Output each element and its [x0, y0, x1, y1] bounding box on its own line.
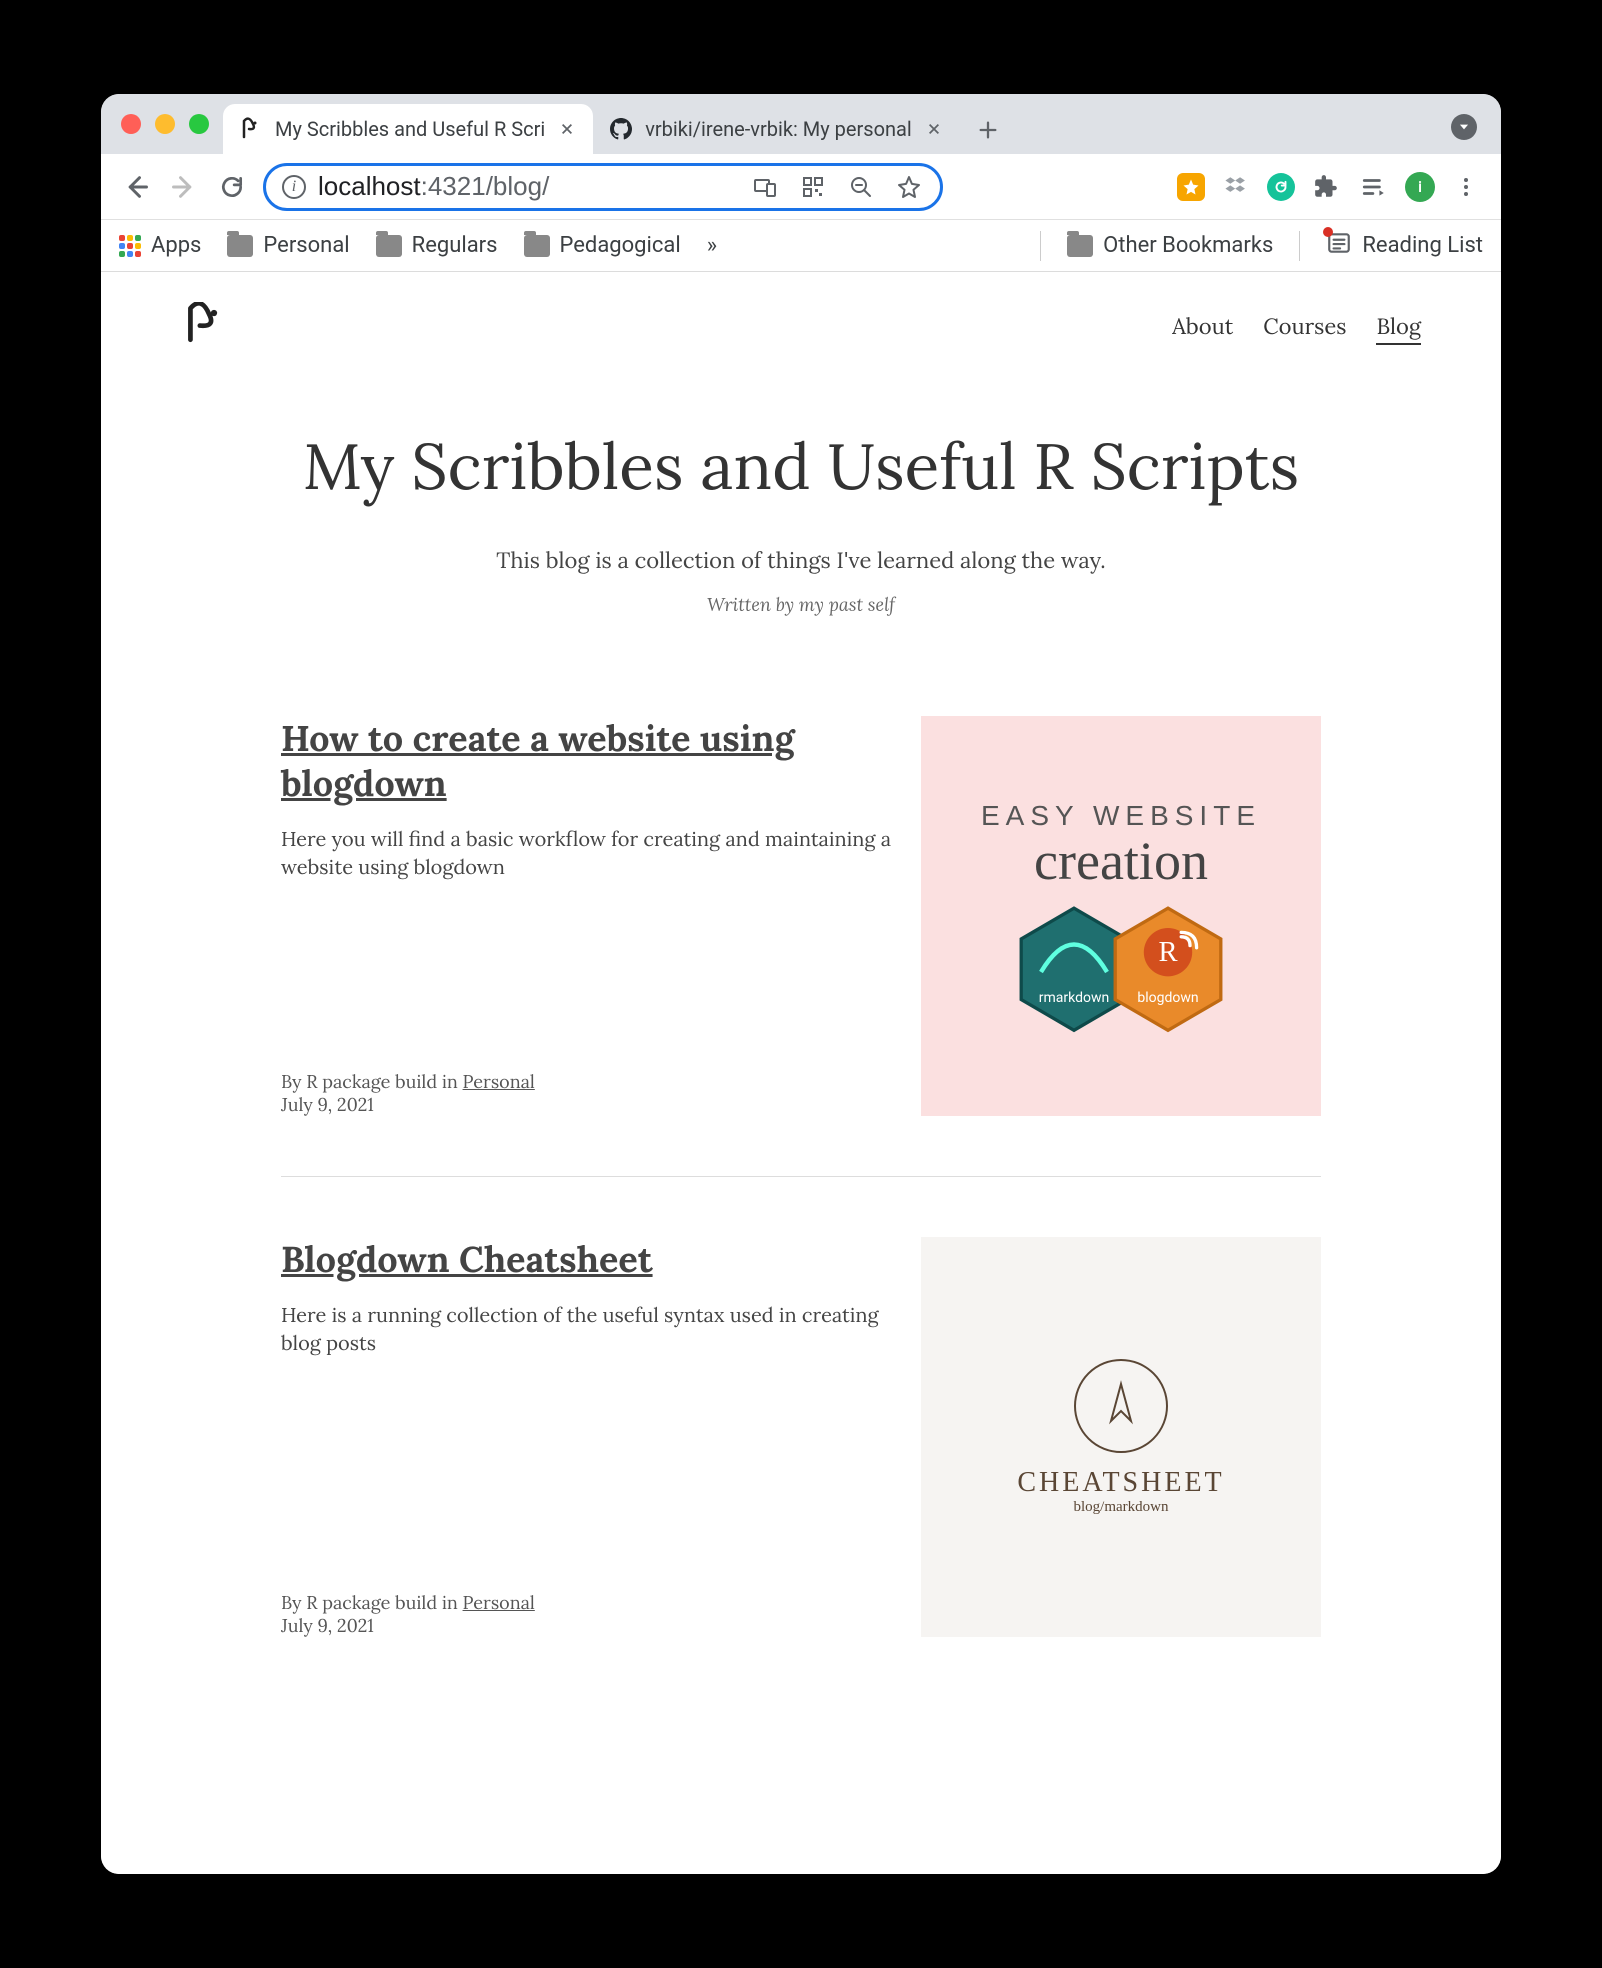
qr-icon[interactable]: [796, 170, 830, 204]
separator: [1299, 231, 1300, 261]
blog-list: My Scribbles and Useful R Scripts This b…: [281, 365, 1321, 1757]
bookmark-star-icon[interactable]: [892, 170, 926, 204]
zoom-icon[interactable]: [844, 170, 878, 204]
post-byline-prefix: By R package build in: [281, 1591, 463, 1614]
playlist-icon[interactable]: [1357, 170, 1391, 204]
nav-courses[interactable]: Courses: [1263, 313, 1346, 345]
folder-icon: [227, 235, 253, 257]
reading-list-label: Reading List: [1362, 233, 1483, 258]
site-info-icon[interactable]: i: [282, 175, 306, 199]
tab-active[interactable]: My Scribbles and Useful R Scri: [223, 104, 593, 154]
post-meta: By R package build in Personal July 9, 2…: [281, 950, 901, 1116]
github-favicon-icon: [609, 117, 633, 141]
folder-icon: [376, 235, 402, 257]
folder-icon: [1067, 235, 1093, 257]
tab-close-button[interactable]: [557, 119, 577, 139]
new-tab-button[interactable]: [968, 110, 1008, 150]
compass-icon: [1074, 1359, 1168, 1453]
post-date: July 9, 2021: [281, 1093, 374, 1116]
nav-about[interactable]: About: [1172, 313, 1233, 345]
folder-label: Regulars: [412, 233, 498, 258]
incognito-or-profile-icon[interactable]: [1451, 114, 1477, 140]
forward-button[interactable]: [167, 170, 201, 204]
separator: [1040, 231, 1041, 261]
post-date: July 9, 2021: [281, 1614, 374, 1637]
page-title: My Scribbles and Useful R Scripts: [281, 425, 1321, 507]
folder-icon: [524, 235, 550, 257]
site-nav: About Courses Blog: [1172, 313, 1421, 345]
extension-grammarly-icon[interactable]: [1267, 173, 1295, 201]
tab-title: My Scribbles and Useful R Scri: [275, 117, 545, 141]
apps-shortcut[interactable]: Apps: [119, 233, 201, 258]
browser-window: My Scribbles and Useful R Scri vrbiki/ir…: [101, 94, 1501, 1874]
hex-blogdown-icon: R blogdown: [1113, 906, 1223, 1032]
reload-button[interactable]: [215, 170, 249, 204]
thumb-sub: blog/markdown: [1074, 1499, 1169, 1516]
reading-list-icon: [1326, 230, 1352, 262]
nav-blog[interactable]: Blog: [1376, 313, 1421, 345]
bookmark-folder-regulars[interactable]: Regulars: [376, 233, 498, 258]
post-description: Here you will find a basic workflow for …: [281, 826, 901, 882]
post-byline-prefix: By R package build in: [281, 1070, 463, 1093]
back-button[interactable]: [119, 170, 153, 204]
extensions-puzzle-icon[interactable]: [1309, 170, 1343, 204]
tab-inactive[interactable]: vrbiki/irene-vrbik: My personal: [593, 104, 960, 154]
toolbar: i localhost:4321/blog/: [101, 154, 1501, 220]
folder-label: Personal: [263, 233, 349, 258]
post-card: Blogdown Cheatsheet Here is a running co…: [281, 1177, 1321, 1697]
reading-list[interactable]: Reading List: [1326, 230, 1483, 262]
kebab-menu-icon[interactable]: [1449, 170, 1483, 204]
bookmark-folder-pedagogical[interactable]: Pedagogical: [524, 233, 681, 258]
url-host: localhost: [318, 171, 421, 201]
profile-avatar[interactable]: i: [1405, 172, 1435, 202]
thumb-title: CHEATSHEET: [1017, 1467, 1224, 1499]
bookmark-folder-personal[interactable]: Personal: [227, 233, 349, 258]
devices-icon[interactable]: [748, 170, 782, 204]
other-bookmarks[interactable]: Other Bookmarks: [1067, 233, 1273, 258]
blog-favicon-icon: [239, 117, 263, 141]
extension-bookmark-icon[interactable]: [1177, 173, 1205, 201]
site-header: About Courses Blog: [101, 272, 1501, 365]
thumb-script: creation: [1034, 830, 1208, 892]
overflow-label: »: [707, 233, 717, 258]
apps-grid-icon: [119, 235, 141, 257]
post-description: Here is a running collection of the usef…: [281, 1302, 901, 1358]
extension-dropbox-icon[interactable]: [1219, 170, 1253, 204]
tab-bar: My Scribbles and Useful R Scri vrbiki/ir…: [101, 94, 1501, 154]
apps-label: Apps: [151, 233, 201, 258]
bookmark-overflow[interactable]: »: [707, 233, 717, 258]
post-card: How to create a website using blogdown H…: [281, 656, 1321, 1177]
thumb-heading: EASY WEBSITE: [981, 800, 1261, 832]
post-thumbnail[interactable]: CHEATSHEET blog/markdown: [921, 1237, 1321, 1637]
post-title-link[interactable]: How to create a website using blogdown: [281, 716, 901, 806]
close-window-button[interactable]: [121, 114, 141, 134]
window-controls: [115, 94, 223, 154]
page-subtitle: This blog is a collection of things I've…: [281, 547, 1321, 575]
post-category-link[interactable]: Personal: [463, 1591, 535, 1614]
hex-sticker-row: rmarkdown R blogdown: [1019, 906, 1223, 1032]
minimize-window-button[interactable]: [155, 114, 175, 134]
address-bar[interactable]: i localhost:4321/blog/: [263, 163, 943, 211]
other-bookmarks-label: Other Bookmarks: [1103, 233, 1273, 258]
url-path: :4321/blog/: [421, 171, 550, 201]
page-caption: Written by my past self: [281, 593, 1321, 616]
post-category-link[interactable]: Personal: [463, 1070, 535, 1093]
site-logo-icon[interactable]: [181, 302, 225, 355]
page-content: About Courses Blog My Scribbles and Usef…: [101, 272, 1501, 1874]
url-text: localhost:4321/blog/: [318, 171, 736, 202]
bookmarks-bar: Apps Personal Regulars Pedagogical » Oth…: [101, 220, 1501, 272]
maximize-window-button[interactable]: [189, 114, 209, 134]
post-title-link[interactable]: Blogdown Cheatsheet: [281, 1237, 901, 1282]
post-thumbnail[interactable]: EASY WEBSITE creation rmarkdown R blogdo…: [921, 716, 1321, 1116]
folder-label: Pedagogical: [560, 233, 681, 258]
tab-close-button[interactable]: [924, 119, 944, 139]
post-meta: By R package build in Personal July 9, 2…: [281, 1471, 901, 1637]
hex-label: blogdown: [1137, 990, 1198, 1006]
svg-text:R: R: [1158, 937, 1178, 968]
tab-title: vrbiki/irene-vrbik: My personal: [645, 117, 912, 141]
hex-label: rmarkdown: [1039, 990, 1109, 1006]
